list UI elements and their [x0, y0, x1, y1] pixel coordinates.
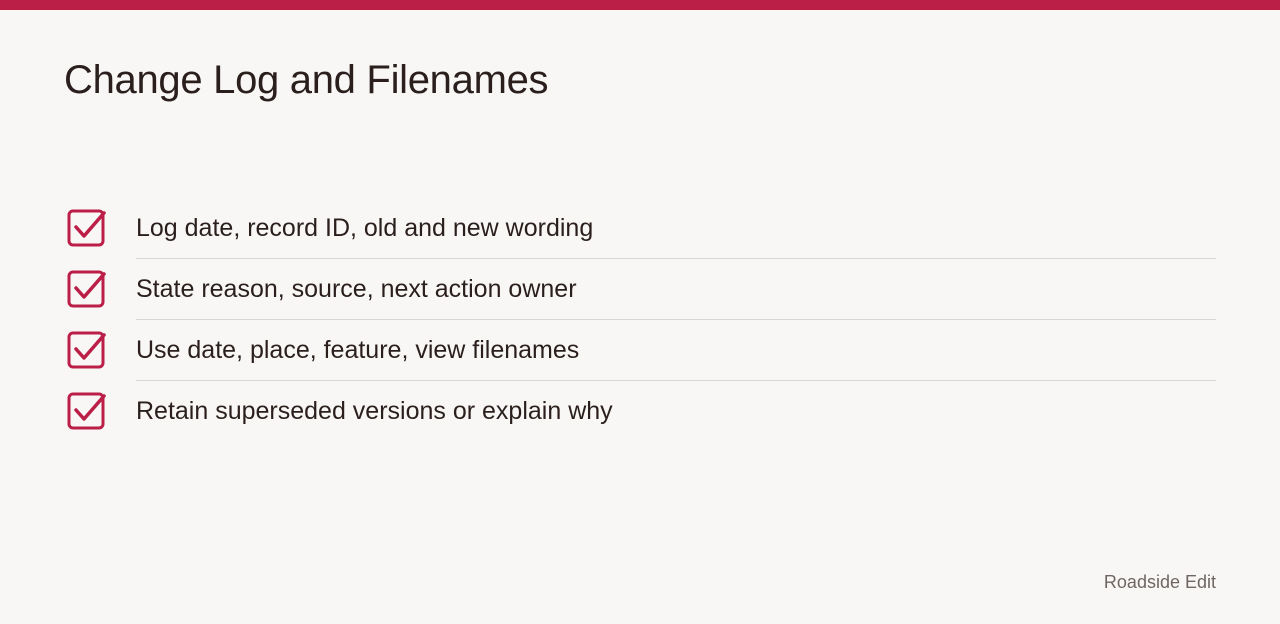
checklist-item: Log date, record ID, old and new wording — [64, 198, 1216, 259]
checklist-item: Use date, place, feature, view filenames — [64, 320, 1216, 381]
checklist-item: State reason, source, next action owner — [64, 259, 1216, 320]
accent-bar — [0, 0, 1280, 10]
checklist-item-label: Log date, record ID, old and new wording — [136, 214, 594, 242]
checklist-item: Retain superseded versions or explain wh… — [64, 381, 1216, 442]
page-title: Change Log and Filenames — [64, 58, 549, 102]
checklist: Log date, record ID, old and new wording… — [64, 198, 1216, 442]
checklist-item-label: Use date, place, feature, view filenames — [136, 336, 580, 364]
checkbox-checked-icon — [67, 209, 106, 247]
footer-brand: Roadside Edit — [1103, 572, 1216, 592]
checklist-item-label: State reason, source, next action owner — [136, 275, 577, 303]
checkbox-checked-icon — [67, 270, 106, 308]
checkbox-checked-icon — [67, 392, 106, 430]
checkbox-checked-icon — [67, 331, 106, 369]
checklist-item-label: Retain superseded versions or explain wh… — [136, 397, 613, 425]
